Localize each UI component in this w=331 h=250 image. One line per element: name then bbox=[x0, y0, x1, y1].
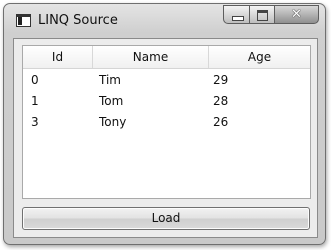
cell-name: Tom bbox=[99, 94, 124, 108]
data-grid[interactable]: Id Name Age 0 Tim 29 1 Tom 28 3 Tony 26 bbox=[22, 45, 311, 199]
window-content: Id Name Age 0 Tim 29 1 Tom 28 3 Tony 26 … bbox=[13, 38, 318, 238]
title-bar[interactable]: LINQ Source ✕ bbox=[4, 4, 325, 38]
cell-id: 0 bbox=[31, 73, 39, 87]
cell-id: 1 bbox=[31, 94, 39, 108]
cell-name: Tim bbox=[99, 73, 121, 87]
cell-id: 3 bbox=[31, 115, 39, 129]
cell-age: 26 bbox=[213, 115, 229, 129]
table-row[interactable]: 0 Tim 29 bbox=[23, 70, 310, 91]
cell-age: 28 bbox=[213, 94, 229, 108]
close-button[interactable]: ✕ bbox=[274, 5, 319, 24]
cell-age: 29 bbox=[213, 73, 229, 87]
load-button[interactable]: Load bbox=[22, 207, 310, 230]
column-header-name[interactable]: Name bbox=[93, 46, 209, 68]
minimize-button[interactable] bbox=[223, 5, 250, 24]
table-row[interactable]: 3 Tony 26 bbox=[23, 112, 310, 133]
table-row[interactable]: 1 Tom 28 bbox=[23, 91, 310, 112]
close-icon: ✕ bbox=[291, 7, 302, 22]
app-window-icon[interactable] bbox=[16, 14, 31, 27]
window-title: LINQ Source bbox=[38, 13, 118, 28]
column-header-id[interactable]: Id bbox=[23, 46, 93, 68]
app-window: LINQ Source ✕ Id Name Age 0 Tim 29 1 Tom… bbox=[3, 3, 326, 245]
column-header-age[interactable]: Age bbox=[209, 46, 310, 68]
maximize-icon bbox=[257, 10, 268, 21]
maximize-button[interactable] bbox=[249, 5, 275, 24]
grid-header: Id Name Age bbox=[23, 46, 310, 69]
minimize-icon bbox=[232, 16, 244, 21]
cell-name: Tony bbox=[99, 115, 127, 129]
